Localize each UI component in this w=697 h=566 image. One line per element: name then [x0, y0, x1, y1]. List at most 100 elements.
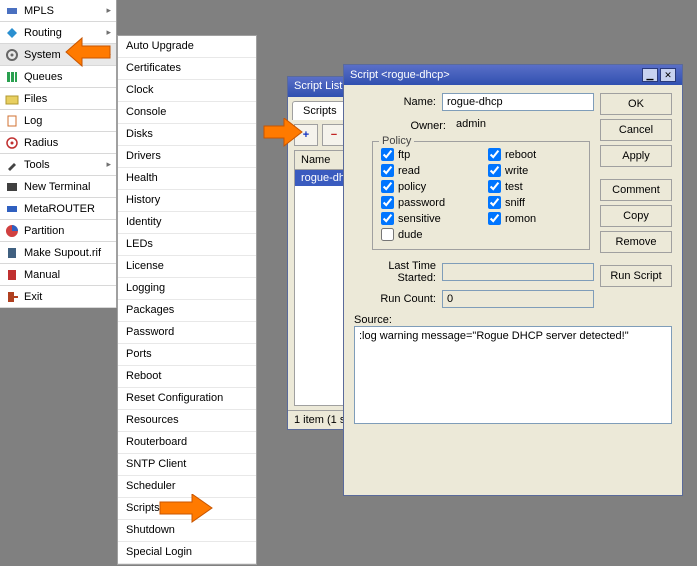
apply-button[interactable]: Apply [600, 145, 672, 167]
sidebar-item-label: MetaROUTER [24, 203, 95, 215]
cancel-button[interactable]: Cancel [600, 119, 672, 141]
book-icon [5, 268, 19, 282]
close-button[interactable]: ✕ [660, 68, 676, 82]
name-field[interactable] [442, 93, 594, 111]
submenu-item[interactable]: Clock [118, 80, 256, 102]
submenu-item[interactable]: Disks [118, 124, 256, 146]
window-title: Script <rogue-dhcp> [350, 69, 450, 81]
last-time-field [442, 263, 594, 281]
sidebar-item-radius[interactable]: Radius [0, 132, 116, 154]
check-test[interactable]: test [488, 180, 581, 193]
submenu-item-scripts[interactable]: Scripts [118, 498, 256, 520]
sidebar-item-routing[interactable]: Routing ▸ [0, 22, 116, 44]
check-policy[interactable]: policy [381, 180, 474, 193]
routing-icon [5, 26, 19, 40]
submenu-item[interactable]: Health [118, 168, 256, 190]
minimize-button[interactable]: ▁ [642, 68, 658, 82]
sidebar-item-metarouter[interactable]: MetaROUTER [0, 198, 116, 220]
copy-button[interactable]: Copy [600, 205, 672, 227]
submenu-item[interactable]: Packages [118, 300, 256, 322]
submenu-item[interactable]: Certificates [118, 58, 256, 80]
name-label: Name: [354, 96, 436, 108]
sidebar-item-label: Files [24, 93, 47, 105]
sidebar-item-queues[interactable]: Queues [0, 66, 116, 88]
submenu-item[interactable]: Shutdown [118, 520, 256, 542]
check-write[interactable]: write [488, 164, 581, 177]
submenu-item[interactable]: LEDs [118, 234, 256, 256]
sidebar-item-partition[interactable]: Partition [0, 220, 116, 242]
check-romon[interactable]: romon [488, 212, 581, 225]
system-submenu: Auto Upgrade Certificates Clock Console … [117, 35, 257, 565]
sidebar-item-label: Exit [24, 291, 42, 303]
sidebar-item-label: Manual [24, 269, 60, 281]
check-dude[interactable]: dude [381, 228, 474, 241]
run-count-field [442, 290, 594, 308]
submenu-item[interactable]: Password [118, 322, 256, 344]
sidebar-item-new-terminal[interactable]: New Terminal [0, 176, 116, 198]
submenu-item[interactable]: History [118, 190, 256, 212]
sidebar-item-files[interactable]: Files [0, 88, 116, 110]
mpls-icon [5, 4, 19, 18]
ok-button[interactable]: OK [600, 93, 672, 115]
source-textarea[interactable] [354, 326, 672, 424]
run-script-button[interactable]: Run Script [600, 265, 672, 287]
submenu-item[interactable]: Logging [118, 278, 256, 300]
submenu-item[interactable]: Identity [118, 212, 256, 234]
submenu-item[interactable]: Auto Upgrade [118, 36, 256, 58]
sidebar-item-tools[interactable]: Tools▸ [0, 154, 116, 176]
script-editor-window[interactable]: Script <rogue-dhcp> ▁ ✕ OK Cancel Apply … [343, 64, 683, 496]
submenu-item[interactable]: Drivers [118, 146, 256, 168]
sidebar-item-mpls[interactable]: MPLS ▸ [0, 0, 116, 22]
submenu-item[interactable]: Reset Configuration [118, 388, 256, 410]
check-password[interactable]: password [381, 196, 474, 209]
editor-body: OK Cancel Apply Comment Copy Remove Run … [344, 85, 682, 435]
submenu-item[interactable]: Scheduler [118, 476, 256, 498]
side-buttons: OK Cancel Apply Comment Copy Remove Run … [600, 93, 672, 287]
check-sensitive[interactable]: sensitive [381, 212, 474, 225]
submenu-item[interactable]: Resources [118, 410, 256, 432]
submenu-item[interactable]: Routerboard [118, 432, 256, 454]
exit-icon [5, 290, 19, 304]
metarouter-icon [5, 202, 19, 216]
sidebar-item-label: Routing [24, 27, 62, 39]
chevron-right-icon: ▸ [106, 5, 111, 16]
sidebar-item-system[interactable]: System▸ [0, 44, 116, 66]
check-reboot[interactable]: reboot [488, 148, 581, 161]
window-titlebar[interactable]: Script <rogue-dhcp> ▁ ✕ [344, 65, 682, 85]
sidebar-item-supout[interactable]: Make Supout.rif [0, 242, 116, 264]
submenu-item[interactable]: Special Login [118, 542, 256, 564]
comment-button[interactable]: Comment [600, 179, 672, 201]
chevron-right-icon: ▸ [106, 49, 111, 60]
sidebar-item-label: Tools [24, 159, 50, 171]
sidebar-item-label: Log [24, 115, 42, 127]
owner-label: Owner: [354, 120, 446, 132]
log-icon [5, 114, 19, 128]
submenu-item[interactable]: Console [118, 102, 256, 124]
source-label: Source: [354, 314, 672, 326]
submenu-item[interactable]: Ports [118, 344, 256, 366]
terminal-icon [5, 180, 19, 194]
remove-button[interactable]: Remove [600, 231, 672, 253]
submenu-item[interactable]: SNTP Client [118, 454, 256, 476]
submenu-item[interactable]: Reboot [118, 366, 256, 388]
sidebar-item-manual[interactable]: Manual [0, 264, 116, 286]
policy-legend: Policy [379, 135, 414, 147]
sidebar-item-label: New Terminal [24, 181, 90, 193]
check-read[interactable]: read [381, 164, 474, 177]
submenu-item[interactable]: License [118, 256, 256, 278]
sidebar-item-label: Partition [24, 225, 64, 237]
chevron-right-icon: ▸ [106, 27, 111, 38]
supout-icon [5, 246, 19, 260]
check-sniff[interactable]: sniff [488, 196, 581, 209]
sidebar-item-exit[interactable]: Exit [0, 286, 116, 308]
add-button[interactable]: + [294, 124, 318, 146]
gear-icon [5, 48, 19, 62]
last-time-label: Last Time Started: [354, 260, 436, 284]
partition-icon [5, 224, 19, 238]
check-ftp[interactable]: ftp [381, 148, 474, 161]
sidebar-item-label: Radius [24, 137, 58, 149]
sidebar-item-label: MPLS [24, 5, 54, 17]
tools-icon [5, 158, 19, 172]
sidebar-item-log[interactable]: Log [0, 110, 116, 132]
tab-scripts[interactable]: Scripts [292, 101, 348, 120]
